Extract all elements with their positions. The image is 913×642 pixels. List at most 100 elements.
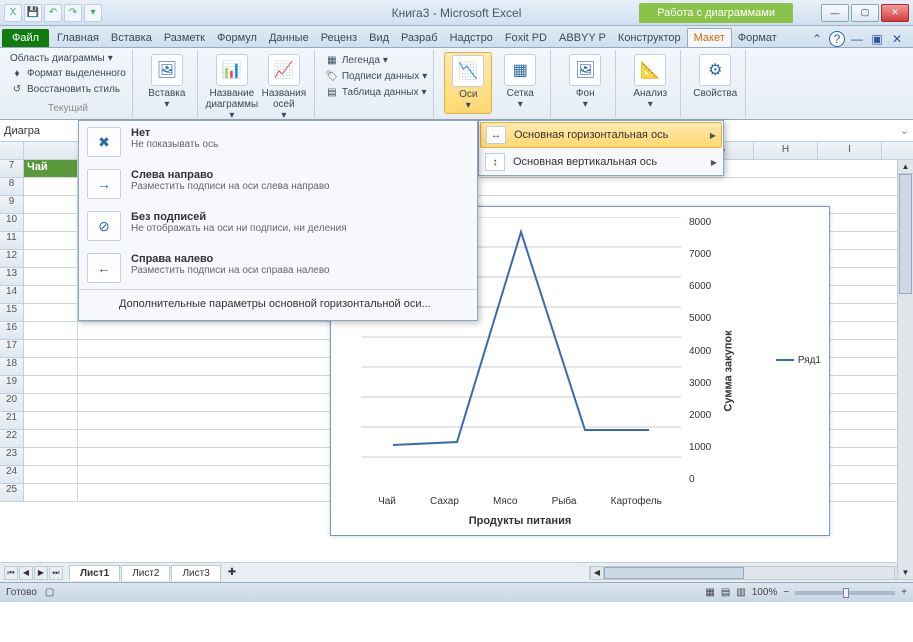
row-header[interactable]: 19	[0, 376, 24, 394]
macro-record-icon[interactable]: ▢	[45, 587, 54, 598]
analysis-button[interactable]: 📐Анализ▾	[626, 52, 674, 112]
formula-bar-expand-icon[interactable]: ⌄	[896, 124, 913, 137]
cell[interactable]	[24, 196, 78, 214]
row-header[interactable]: 16	[0, 322, 24, 340]
ribbon-minimize-icon[interactable]: ⌃	[809, 31, 825, 47]
reset-style-button[interactable]: ↺Восстановить стиль	[10, 81, 126, 97]
axes-button[interactable]: 📉Оси▾	[444, 52, 492, 114]
gridlines-button[interactable]: ▦Сетка▾	[496, 52, 544, 112]
name-box[interactable]: Диагра	[0, 123, 80, 139]
row-header[interactable]: 11	[0, 232, 24, 250]
qat-more-icon[interactable]: ▾	[84, 4, 102, 22]
sheet-nav-prev-icon[interactable]: ◀	[19, 566, 33, 580]
tab-addins[interactable]: Надстро	[444, 29, 499, 47]
tab-chart-design[interactable]: Конструктор	[612, 29, 687, 47]
excel-icon[interactable]: X	[4, 4, 22, 22]
tab-foxit[interactable]: Foxit PD	[499, 29, 553, 47]
select-all-corner[interactable]	[0, 142, 24, 159]
sheet-nav-last-icon[interactable]: ⏭	[49, 566, 63, 580]
chart-legend[interactable]: Ряд1	[776, 355, 821, 366]
maximize-button[interactable]: ▢	[851, 4, 879, 22]
minimize-button[interactable]: —	[821, 4, 849, 22]
horizontal-scrollbar[interactable]: ◀ ▶	[589, 566, 909, 580]
tab-chart-format[interactable]: Формат	[732, 29, 783, 47]
primary-horizontal-axis-item[interactable]: ↔ Основная горизонтальная ось ▶	[480, 122, 722, 148]
scroll-up-icon[interactable]: ▲	[898, 160, 913, 174]
zoom-in-icon[interactable]: +	[901, 587, 907, 598]
data-labels-button[interactable]: 🏷Подписи данных ▾	[325, 68, 427, 84]
scroll-down-icon[interactable]: ▼	[898, 566, 913, 580]
axis-option-none[interactable]: ✖ НетНе показывать ось	[79, 121, 477, 163]
row-header[interactable]: 23	[0, 448, 24, 466]
axis-more-options[interactable]: Дополнительные параметры основной горизо…	[79, 290, 477, 320]
view-normal-icon[interactable]: ▦	[705, 587, 714, 598]
cell[interactable]	[24, 358, 78, 376]
tab-home[interactable]: Главная	[51, 29, 105, 47]
cell[interactable]: Чай	[24, 160, 78, 178]
sheet-nav-first-icon[interactable]: ⏮	[4, 566, 18, 580]
cell[interactable]	[24, 250, 78, 268]
sheet-nav-next-icon[interactable]: ▶	[34, 566, 48, 580]
doc-close-icon[interactable]: ✕	[889, 31, 905, 47]
tab-review[interactable]: Реценз	[315, 29, 363, 47]
tab-view[interactable]: Вид	[363, 29, 395, 47]
row-header[interactable]: 20	[0, 394, 24, 412]
row-header[interactable]: 24	[0, 466, 24, 484]
row-header[interactable]: 9	[0, 196, 24, 214]
cell[interactable]	[24, 340, 78, 358]
zoom-slider[interactable]	[795, 591, 895, 595]
legend-button[interactable]: ▦Легенда ▾	[325, 52, 427, 68]
cell[interactable]	[24, 466, 78, 484]
cell[interactable]	[24, 394, 78, 412]
vscroll-thumb[interactable]	[899, 174, 912, 294]
doc-minimize-icon[interactable]: —	[849, 31, 865, 47]
file-tab[interactable]: Файл	[2, 29, 49, 47]
tab-abbyy[interactable]: ABBYY P	[553, 29, 612, 47]
cell[interactable]	[24, 214, 78, 232]
cell[interactable]	[24, 268, 78, 286]
redo-icon[interactable]: ↷	[64, 4, 82, 22]
primary-vertical-axis-item[interactable]: ↕ Основная вертикальная ось ▶	[479, 149, 723, 175]
new-sheet-icon[interactable]: ✚	[222, 567, 242, 578]
cell[interactable]	[24, 430, 78, 448]
tab-developer[interactable]: Разраб	[395, 29, 444, 47]
col-header-h[interactable]: H	[754, 142, 818, 159]
format-selection-button[interactable]: ⬧Формат выделенного	[10, 65, 126, 81]
undo-icon[interactable]: ↶	[44, 4, 62, 22]
zoom-level[interactable]: 100%	[752, 587, 778, 598]
tab-pagelayout[interactable]: Разметк	[158, 29, 211, 47]
row-header[interactable]: 18	[0, 358, 24, 376]
cell[interactable]	[24, 376, 78, 394]
row-header[interactable]: 8	[0, 178, 24, 196]
properties-button[interactable]: ⚙Свойства	[691, 52, 739, 101]
row-header[interactable]: 25	[0, 484, 24, 502]
sheet-tab-1[interactable]: Лист1	[69, 565, 120, 581]
help-icon[interactable]: ?	[829, 31, 845, 47]
hscroll-thumb[interactable]	[604, 567, 744, 579]
cell[interactable]	[24, 484, 78, 502]
close-button[interactable]: ✕	[881, 4, 909, 22]
tab-data[interactable]: Данные	[263, 29, 315, 47]
row-header[interactable]: 15	[0, 304, 24, 322]
tab-formulas[interactable]: Формул	[211, 29, 263, 47]
row-header[interactable]: 13	[0, 268, 24, 286]
vertical-scrollbar[interactable]: ▲ ▼	[897, 160, 913, 580]
cell[interactable]	[24, 448, 78, 466]
cell[interactable]	[24, 304, 78, 322]
row-header[interactable]: 17	[0, 340, 24, 358]
row-header[interactable]: 22	[0, 430, 24, 448]
row-header[interactable]: 21	[0, 412, 24, 430]
axis-titles-button[interactable]: 📈Названия осей▾	[260, 52, 308, 123]
insert-button[interactable]: 🖼Вставка▾	[143, 52, 191, 112]
cell[interactable]	[24, 232, 78, 250]
row-header[interactable]: 12	[0, 250, 24, 268]
view-pagelayout-icon[interactable]: ▤	[721, 587, 730, 598]
cell[interactable]	[24, 286, 78, 304]
chart-element-dropdown[interactable]: Область диаграммы ▾	[10, 52, 126, 65]
tab-insert[interactable]: Вставка	[105, 29, 158, 47]
axis-option-ltr[interactable]: → Слева направоРазместить подписи на оси…	[79, 163, 477, 205]
view-pagebreak-icon[interactable]: ▥	[736, 587, 745, 598]
row-header[interactable]: 14	[0, 286, 24, 304]
cell[interactable]	[24, 322, 78, 340]
zoom-out-icon[interactable]: −	[783, 587, 789, 598]
